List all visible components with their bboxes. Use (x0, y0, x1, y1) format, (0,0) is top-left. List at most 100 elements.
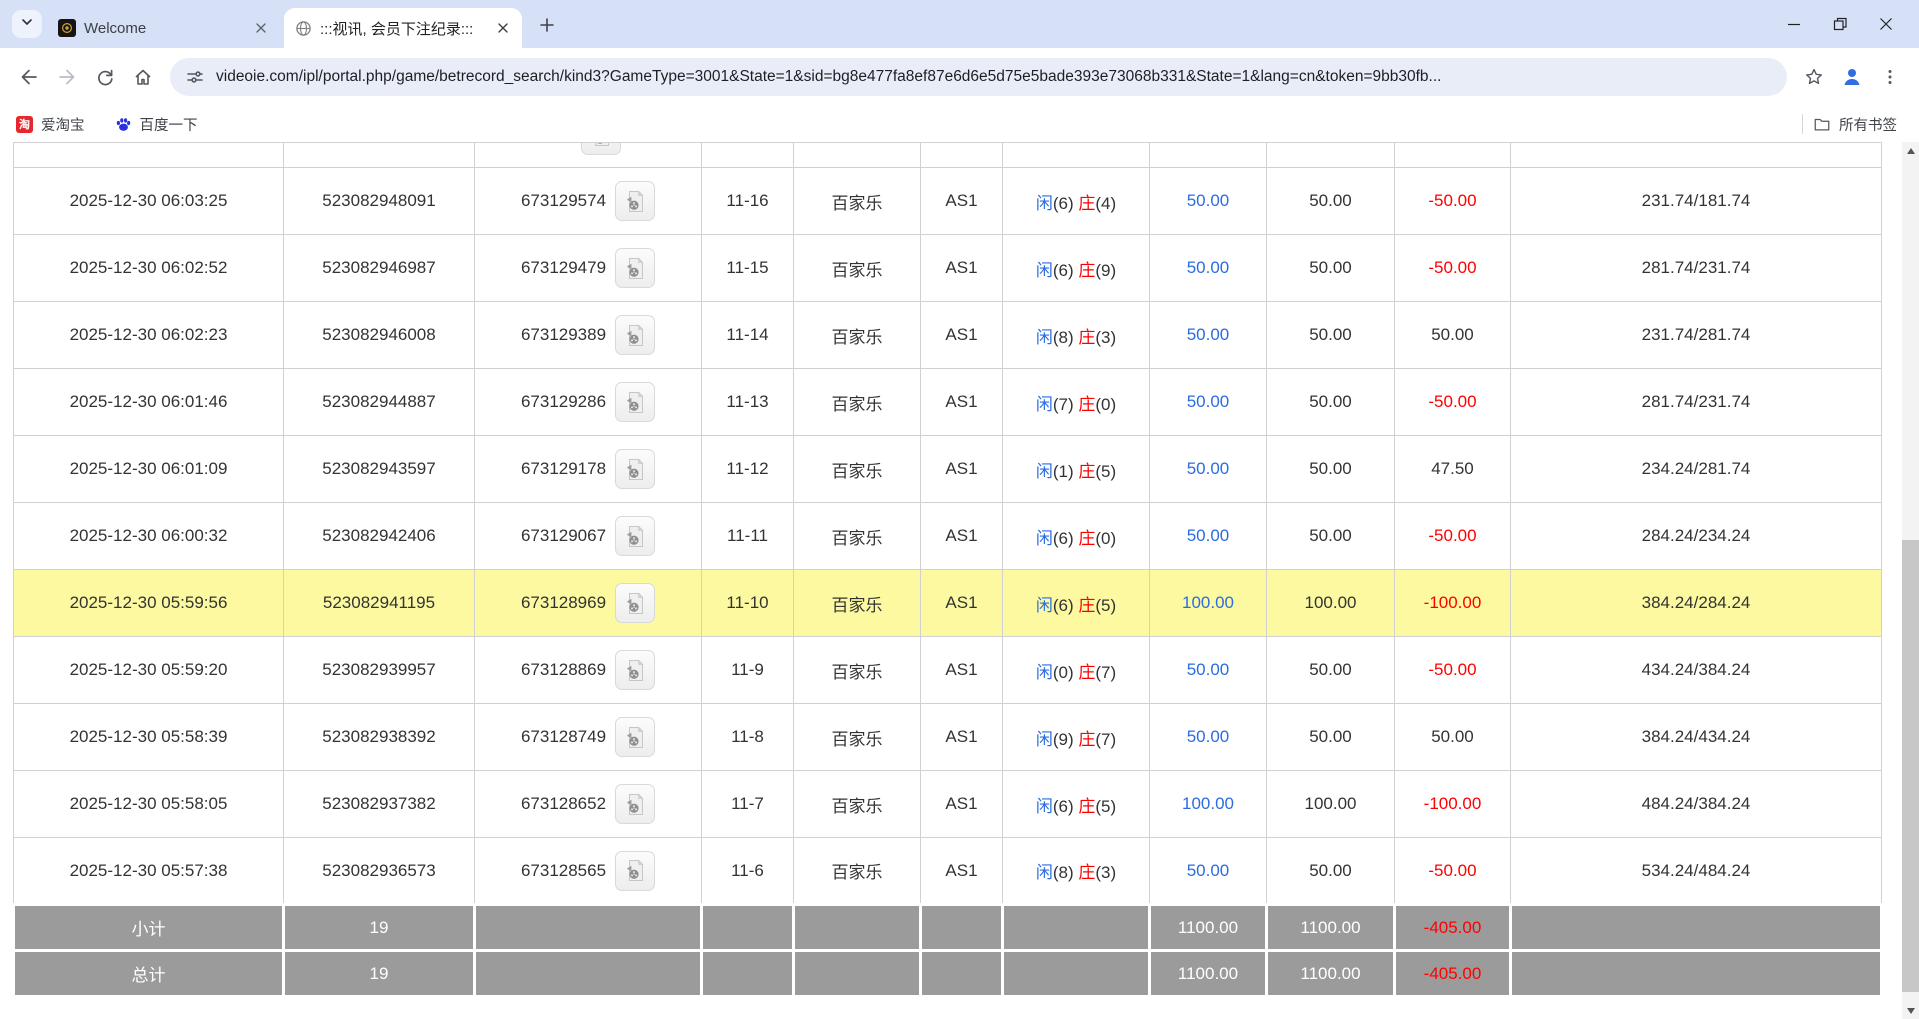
address-bar[interactable]: videoie.com/ipl/portal.php/game/betrecor… (170, 58, 1787, 96)
cell-time: 2025-12-30 05:58:39 (14, 704, 284, 771)
cell-round: 11-13 (702, 369, 794, 436)
home-button[interactable] (124, 58, 162, 96)
table-row[interactable]: 2025-12-30 06:01:09523082943597673129178… (14, 436, 1882, 503)
close-icon (1879, 17, 1893, 31)
cell-win-loss: 50.00 (1395, 704, 1511, 771)
cell-table-id: AS1 (921, 570, 1003, 637)
video-replay-button[interactable] (615, 315, 655, 355)
tab-welcome[interactable]: Welcome (48, 8, 280, 48)
taobao-icon: 淘 (16, 116, 33, 133)
all-bookmarks-button[interactable]: 所有书签 (1813, 114, 1897, 135)
cell-round: 11-6 (702, 838, 794, 905)
video-replay-button[interactable] (615, 516, 655, 556)
video-replay-button[interactable] (615, 382, 655, 422)
bookmarks-bar: 淘 爱淘宝 百度一下 所有书签 (0, 106, 1919, 142)
restore-button[interactable] (1817, 0, 1863, 48)
cell-bet-amount: 50.00 (1150, 637, 1267, 704)
table-row[interactable]: 2025-12-30 05:58:05523082937382673128652… (14, 771, 1882, 838)
cell-win-loss: -50.00 (1395, 503, 1511, 570)
url-text[interactable]: videoie.com/ipl/portal.php/game/betrecor… (216, 68, 1441, 86)
scroll-up-button[interactable] (1902, 142, 1919, 159)
forward-button[interactable] (48, 58, 86, 96)
video-replay-button[interactable] (615, 784, 655, 824)
bookmark-star-button[interactable] (1795, 58, 1833, 96)
video-replay-button[interactable] (615, 181, 655, 221)
table-row[interactable]: 2025-12-30 06:02:23523082946008673129389… (14, 302, 1882, 369)
footer-valid-total: 1100.00 (1267, 951, 1395, 997)
tab-close-button[interactable] (252, 19, 270, 37)
partial-video-replay-button[interactable] (581, 143, 621, 156)
cell-table-id: AS1 (921, 838, 1003, 905)
cell-result: 闲(9) 庄(7) (1003, 704, 1150, 771)
footer-count: 19 (284, 951, 475, 997)
cell-bet-amount: 50.00 (1150, 838, 1267, 905)
cell-round: 11-7 (702, 771, 794, 838)
bookmark-label: 百度一下 (140, 114, 198, 135)
table-row[interactable]: 2025-12-30 05:59:56523082941195673128969… (14, 570, 1882, 637)
scrollbar-thumb[interactable] (1902, 540, 1919, 992)
tab-close-button[interactable] (494, 19, 512, 37)
video-replay-button[interactable] (581, 143, 621, 156)
cell-win-loss: -50.00 (1395, 637, 1511, 704)
cell-time: 2025-12-30 05:59:56 (14, 570, 284, 637)
video-replay-button[interactable] (615, 449, 655, 489)
cell-round: 11-9 (702, 637, 794, 704)
scroll-down-button[interactable] (1902, 1002, 1919, 1019)
cell-game-id: 673129067 (475, 503, 702, 570)
back-button[interactable] (10, 58, 48, 96)
scroll-up-icon (1907, 148, 1915, 154)
cell-win-loss: 47.50 (1395, 436, 1511, 503)
close-icon (497, 22, 509, 34)
new-tab-button[interactable] (534, 12, 560, 38)
cell-valid-amount: 50.00 (1267, 704, 1395, 771)
table-row[interactable]: 2025-12-30 05:58:39523082938392673128749… (14, 704, 1882, 771)
cell-game-name: 百家乐 (794, 704, 921, 771)
cell-balance: 434.24/384.24 (1511, 637, 1882, 704)
video-replay-button[interactable] (615, 851, 655, 891)
close-window-button[interactable] (1863, 0, 1909, 48)
minimize-icon (1787, 17, 1801, 31)
table-row[interactable]: 2025-12-30 06:00:32523082942406673129067… (14, 503, 1882, 570)
footer-label: 总计 (14, 951, 284, 997)
cell-time: 2025-12-30 05:59:20 (14, 637, 284, 704)
scroll-down-icon (1907, 1008, 1915, 1014)
table-row[interactable]: 2025-12-30 05:57:38523082936573673128565… (14, 838, 1882, 905)
table-row[interactable]: 2025-12-30 06:03:25523082948091673129574… (14, 168, 1882, 235)
video-replay-button[interactable] (615, 650, 655, 690)
plus-icon (539, 17, 555, 33)
cell-table-id: AS1 (921, 235, 1003, 302)
cell-valid-amount: 50.00 (1267, 302, 1395, 369)
footer-empty-cell (794, 905, 921, 951)
cell-bet-amount: 50.00 (1150, 168, 1267, 235)
cell-time: 2025-12-30 05:58:05 (14, 771, 284, 838)
menu-button[interactable] (1871, 58, 1909, 96)
cell-game-id: 673128565 (475, 838, 702, 905)
profile-avatar[interactable] (1833, 58, 1871, 96)
cell-game-id: 673129178 (475, 436, 702, 503)
video-replay-button[interactable] (615, 248, 655, 288)
profile-icon (1841, 66, 1863, 88)
bookmark-item-aitaobao[interactable]: 淘 爱淘宝 (16, 114, 85, 135)
reload-button[interactable] (86, 58, 124, 96)
all-bookmarks-label: 所有书签 (1839, 114, 1897, 135)
cell-round: 11-12 (702, 436, 794, 503)
cell-game-id: 673128652 (475, 771, 702, 838)
tab-search-button[interactable] (12, 10, 42, 38)
tune-icon[interactable] (186, 68, 204, 86)
video-replay-button[interactable] (615, 583, 655, 623)
baidu-paw-icon (115, 116, 132, 133)
vertical-scrollbar[interactable] (1902, 142, 1919, 1019)
cell-balance: 234.24/281.74 (1511, 436, 1882, 503)
cell-valid-amount: 50.00 (1267, 235, 1395, 302)
table-row[interactable]: 2025-12-30 05:59:20523082939957673128869… (14, 637, 1882, 704)
cell-table-id: AS1 (921, 503, 1003, 570)
kebab-menu-icon (1881, 68, 1899, 86)
cell-game-id: 673128969 (475, 570, 702, 637)
cell-win-loss: -100.00 (1395, 771, 1511, 838)
table-row[interactable]: 2025-12-30 06:01:46523082944887673129286… (14, 369, 1882, 436)
table-row[interactable]: 2025-12-30 06:02:52523082946987673129479… (14, 235, 1882, 302)
bookmark-item-baidu[interactable]: 百度一下 (115, 114, 198, 135)
video-replay-button[interactable] (615, 717, 655, 757)
tab-betrecord[interactable]: :::视讯, 会员下注纪录::: (284, 8, 522, 48)
minimize-button[interactable] (1771, 0, 1817, 48)
